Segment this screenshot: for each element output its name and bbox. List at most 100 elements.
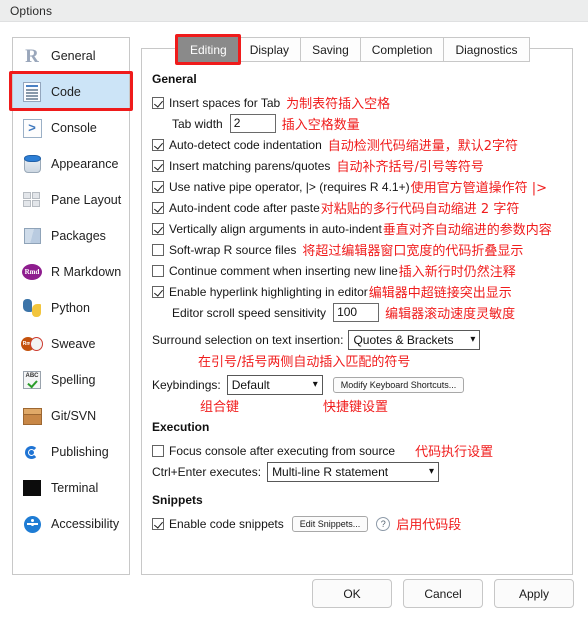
spellcheck-icon: ABC bbox=[21, 369, 43, 391]
execution-section-heading: Execution bbox=[152, 420, 210, 434]
continue-comment-annotation: 插入新行时仍然注释 bbox=[398, 265, 516, 280]
cancel-button[interactable]: Cancel bbox=[403, 579, 483, 608]
vertical-align-annotation: 垂直对齐自动缩进的参数内容 bbox=[382, 223, 552, 238]
code-file-icon bbox=[21, 81, 43, 103]
editor-scroll-speed-row[interactable]: Editor scroll speed sensitivity 100 编辑器滚… bbox=[152, 303, 564, 322]
insert-spaces-annotation: 为制表符插入空格 bbox=[286, 97, 391, 112]
sidebar-item-label: Python bbox=[51, 301, 90, 315]
accessibility-icon bbox=[21, 513, 43, 535]
sidebar-item-spelling[interactable]: ABC Spelling bbox=[13, 362, 129, 398]
scroll-speed-annotation: 编辑器滚动速度灵敏度 bbox=[385, 307, 516, 322]
auto-indent-after-paste-row[interactable]: Auto-indent code after paste 对粘贴的多行代码自动缩… bbox=[152, 198, 564, 217]
sidebar-item-git-svn[interactable]: Git/SVN bbox=[13, 398, 129, 434]
tab-width-row[interactable]: Tab width 2 插入空格数量 bbox=[152, 114, 564, 133]
sidebar-item-packages[interactable]: Packages bbox=[13, 218, 129, 254]
insert-matching-parens-row[interactable]: Insert matching parens/quotes 自动补齐括号/引号等… bbox=[152, 156, 564, 175]
auto-detect-indentation-label: Auto-detect code indentation bbox=[169, 137, 322, 152]
surround-selection-label: Surround selection on text insertion: bbox=[152, 332, 344, 347]
sidebar-item-label: Terminal bbox=[51, 481, 99, 495]
auto-indent-after-paste-checkbox[interactable] bbox=[152, 201, 164, 214]
focus-console-label: Focus console after executing from sourc… bbox=[169, 443, 396, 458]
vertically-align-arguments-label: Vertically align arguments in auto-inden… bbox=[169, 221, 382, 236]
sidebar-item-pane-layout[interactable]: Pane Layout bbox=[13, 182, 129, 218]
enable-code-snippets-checkbox[interactable] bbox=[152, 517, 164, 530]
surround-selection-select[interactable]: Quotes & Brackets ▾ bbox=[348, 329, 481, 350]
sidebar-item-appearance[interactable]: Appearance bbox=[13, 146, 129, 182]
hyperlink-highlighting-checkbox[interactable] bbox=[152, 285, 164, 298]
native-pipe-row[interactable]: Use native pipe operator, |> (requires R… bbox=[152, 177, 564, 196]
continue-comment-checkbox[interactable] bbox=[152, 264, 164, 277]
keybindings-row[interactable]: Keybindings: Default ▾ Modify Keyboard S… bbox=[152, 374, 564, 395]
sidebar-item-python[interactable]: Python bbox=[13, 290, 129, 326]
ctrl-enter-executes-select[interactable]: Multi-line R statement ▾ bbox=[267, 461, 440, 482]
hyperlink-highlighting-label: Enable hyperlink highlighting in editor bbox=[169, 284, 368, 299]
sidebar-item-publishing[interactable]: Publishing bbox=[13, 434, 129, 470]
sidebar-item-code[interactable]: Code bbox=[13, 74, 129, 110]
help-question-icon[interactable]: ? bbox=[376, 516, 391, 531]
sidebar-item-console[interactable]: > Console bbox=[13, 110, 129, 146]
edit-snippets-button[interactable]: Edit Snippets... bbox=[291, 515, 369, 532]
insert-matching-parens-checkbox[interactable] bbox=[152, 159, 164, 172]
vertically-align-arguments-checkbox[interactable] bbox=[152, 222, 164, 235]
apply-button[interactable]: Apply bbox=[494, 579, 574, 608]
sweave-pdf-icon bbox=[21, 333, 43, 355]
enable-snippets-annotation: 启用代码段 bbox=[396, 518, 462, 533]
sidebar-item-r-markdown[interactable]: Rmd R Markdown bbox=[13, 254, 129, 290]
options-category-sidebar[interactable]: R General Code > Console Appearance Pane… bbox=[12, 37, 130, 575]
modify-shortcuts-annotation: 快捷键设置 bbox=[323, 399, 389, 415]
focus-console-checkbox[interactable] bbox=[152, 444, 164, 457]
sidebar-item-label: Console bbox=[51, 121, 97, 135]
pane-grid-icon bbox=[21, 189, 43, 211]
settings-tab-strip[interactable]: Editing Display Saving Completion Diagno… bbox=[178, 37, 530, 62]
sidebar-item-accessibility[interactable]: Accessibility bbox=[13, 506, 129, 542]
sidebar-item-label: Pane Layout bbox=[51, 193, 122, 207]
sidebar-item-terminal[interactable]: Terminal bbox=[13, 470, 129, 506]
paint-bucket-icon bbox=[21, 153, 43, 175]
sidebar-item-label: R Markdown bbox=[51, 265, 122, 279]
modify-keyboard-shortcuts-button[interactable]: Modify Keyboard Shortcuts... bbox=[332, 376, 465, 393]
package-crate-icon bbox=[21, 405, 43, 427]
surround-annotation-row: 在引号/括号两侧自动插入匹配的符号 bbox=[152, 351, 564, 370]
vertically-align-arguments-row[interactable]: Vertically align arguments in auto-inden… bbox=[152, 219, 564, 238]
sidebar-item-label: Appearance bbox=[51, 157, 119, 171]
auto-detect-annotation: 自动检测代码缩进量，默认2字符 bbox=[327, 139, 519, 154]
terminal-icon bbox=[21, 477, 43, 499]
native-pipe-checkbox[interactable] bbox=[152, 180, 164, 193]
insert-spaces-for-tab-checkbox[interactable] bbox=[152, 96, 164, 109]
hyperlink-annotation: 编辑器中超链接突出显示 bbox=[368, 286, 512, 301]
auto-detect-indentation-checkbox[interactable] bbox=[152, 138, 164, 151]
tab-width-label: Tab width bbox=[172, 116, 223, 131]
auto-detect-indentation-row[interactable]: Auto-detect code indentation 自动检测代码缩进量，默… bbox=[152, 135, 564, 154]
ctrl-enter-executes-row[interactable]: Ctrl+Enter executes: Multi-line R statem… bbox=[152, 461, 564, 482]
insert-spaces-for-tab-row[interactable]: Insert spaces for Tab 为制表符插入空格 bbox=[152, 93, 564, 112]
chevron-down-icon: ▾ bbox=[429, 465, 435, 477]
tab-display[interactable]: Display bbox=[238, 37, 302, 62]
ok-button[interactable]: OK bbox=[312, 579, 392, 608]
tab-saving[interactable]: Saving bbox=[301, 37, 361, 62]
publish-icon bbox=[21, 441, 43, 463]
keybindings-annotation: 组合键 bbox=[200, 399, 240, 415]
sidebar-item-general[interactable]: R General bbox=[13, 38, 129, 74]
hyperlink-highlighting-row[interactable]: Enable hyperlink highlighting in editor … bbox=[152, 282, 564, 301]
editor-scroll-speed-label: Editor scroll speed sensitivity bbox=[172, 305, 327, 320]
keybindings-label: Keybindings: bbox=[152, 377, 221, 392]
sidebar-item-sweave[interactable]: Sweave bbox=[13, 326, 129, 362]
continue-comment-row[interactable]: Continue comment when inserting new line… bbox=[152, 261, 564, 280]
snippets-section-heading: Snippets bbox=[152, 493, 203, 507]
soft-wrap-row[interactable]: Soft-wrap R source files 将超过编辑器窗口宽度的代码折叠… bbox=[152, 240, 564, 259]
keybindings-select[interactable]: Default ▾ bbox=[226, 374, 323, 395]
enable-code-snippets-row[interactable]: Enable code snippets Edit Snippets... ? … bbox=[152, 514, 564, 533]
tab-completion[interactable]: Completion bbox=[360, 37, 445, 62]
tab-diagnostics[interactable]: Diagnostics bbox=[444, 37, 530, 62]
tab-editing[interactable]: Editing bbox=[178, 37, 239, 62]
focus-console-row[interactable]: Focus console after executing from sourc… bbox=[152, 441, 564, 460]
r-logo-icon: R bbox=[25, 45, 39, 67]
sidebar-item-label: Spelling bbox=[51, 373, 96, 387]
tab-width-input[interactable]: 2 bbox=[229, 114, 276, 133]
surround-selection-value: Quotes & Brackets bbox=[353, 332, 454, 347]
matching-parens-annotation: 自动补齐括号/引号等符号 bbox=[336, 160, 484, 175]
editor-scroll-speed-input[interactable]: 100 bbox=[333, 303, 380, 322]
soft-wrap-checkbox[interactable] bbox=[152, 243, 164, 256]
surround-selection-row[interactable]: Surround selection on text insertion: Qu… bbox=[152, 329, 564, 350]
rmd-badge-icon: Rmd bbox=[21, 261, 43, 283]
